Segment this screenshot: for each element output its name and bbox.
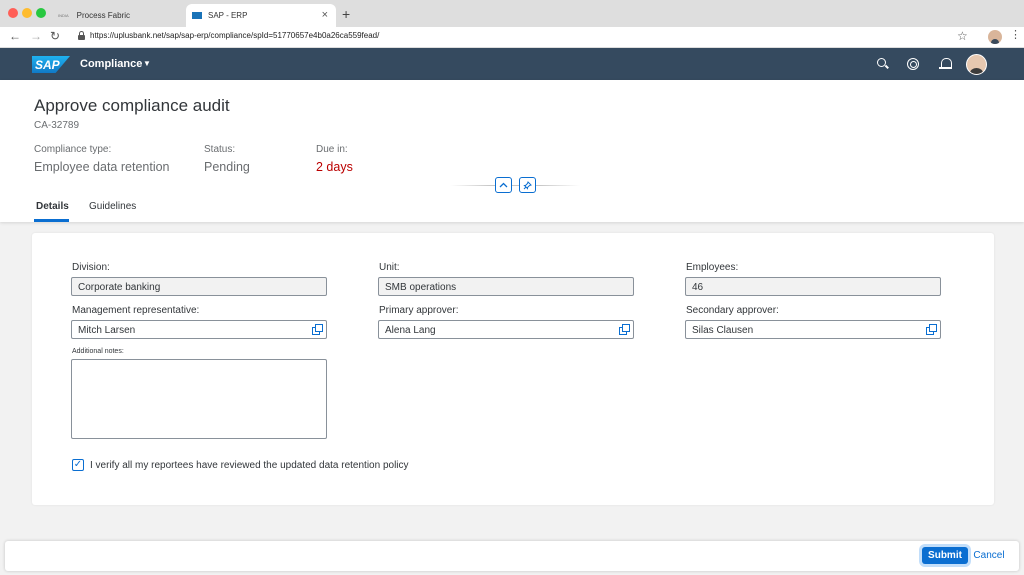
sap-favicon-icon xyxy=(192,12,202,19)
due-in-label: Due in: xyxy=(316,144,348,155)
page-title: Approve compliance audit xyxy=(34,96,230,115)
browser-tab-sap-erp[interactable]: SAP - ERP × xyxy=(186,4,336,27)
status-value: Pending xyxy=(204,160,250,174)
tab-guidelines[interactable]: Guidelines xyxy=(89,201,136,212)
submit-button[interactable]: Submit xyxy=(922,547,968,564)
management-representative-label: Management representative: xyxy=(72,305,200,316)
chevron-down-icon[interactable]: ▼ xyxy=(143,59,151,68)
forward-arrow-icon[interactable]: → xyxy=(30,29,42,43)
additional-notes-textarea[interactable] xyxy=(71,359,327,439)
object-page-header: Approve compliance audit CA-32789 Compli… xyxy=(0,80,1024,222)
management-representative-field[interactable]: Mitch Larsen xyxy=(71,320,327,339)
window-minimize-button[interactable] xyxy=(22,8,32,18)
compliance-type-label: Compliance type: xyxy=(34,144,112,155)
copilot-icon[interactable] xyxy=(907,58,919,70)
new-tab-icon[interactable]: + xyxy=(342,6,350,22)
process-fabric-favicon-icon: INDIA xyxy=(58,13,69,18)
browser-menu-icon[interactable]: ⋮ xyxy=(1010,30,1021,41)
header-divider xyxy=(450,185,580,186)
active-tab-indicator xyxy=(34,219,69,222)
browser-profile-avatar[interactable] xyxy=(988,30,1002,44)
division-field[interactable]: Corporate banking xyxy=(71,277,327,296)
window-close-button[interactable] xyxy=(8,8,18,18)
address-bar: ← → ↻ https://uplusbank.net/sap/sap-erp/… xyxy=(0,27,1024,48)
lock-icon xyxy=(78,31,85,40)
pin-icon xyxy=(523,180,532,190)
secondary-approver-field[interactable]: Silas Clausen xyxy=(685,320,941,339)
unit-field[interactable]: SMB operations xyxy=(378,277,634,296)
window-maximize-button[interactable] xyxy=(36,8,46,18)
due-in-value: 2 days xyxy=(316,160,353,174)
search-icon[interactable] xyxy=(876,57,890,71)
object-id: CA-32789 xyxy=(34,120,80,131)
browser-tab-process-fabric[interactable]: INDIA Process Fabric xyxy=(52,4,182,27)
employees-label: Employees: xyxy=(686,262,739,273)
back-arrow-icon[interactable]: ← xyxy=(9,29,21,43)
tab-label: Process Fabric xyxy=(76,11,131,20)
value-help-icon[interactable] xyxy=(926,324,937,335)
employees-field[interactable]: 46 xyxy=(685,277,941,296)
notification-bell-icon[interactable] xyxy=(939,57,953,71)
pin-header-button[interactable] xyxy=(519,177,536,193)
status-label: Status: xyxy=(204,144,236,155)
tab-details[interactable]: Details xyxy=(36,201,69,212)
browser-tab-bar: INDIA Process Fabric SAP - ERP × + xyxy=(0,0,1024,27)
value-help-icon[interactable] xyxy=(619,324,630,335)
shell-bar: SAP Compliance ▼ xyxy=(0,48,1024,80)
verify-checkbox[interactable]: ✓ xyxy=(72,459,84,471)
chevron-up-icon xyxy=(499,182,508,188)
verify-checkbox-label: I verify all my reportees have reviewed … xyxy=(90,460,409,471)
sap-logo[interactable]: SAP xyxy=(32,56,70,73)
division-label: Division: xyxy=(72,262,110,273)
tab-close-icon[interactable]: × xyxy=(322,9,328,21)
primary-approver-label: Primary approver: xyxy=(379,305,459,316)
additional-notes-label: Additional notes: xyxy=(72,348,124,355)
compliance-type-value: Employee data retention xyxy=(34,160,170,174)
collapse-header-button[interactable] xyxy=(495,177,512,193)
reload-icon[interactable]: ↻ xyxy=(50,29,60,43)
tab-label: SAP - ERP xyxy=(208,11,248,20)
primary-approver-field[interactable]: Alena Lang xyxy=(378,320,634,339)
cancel-button[interactable]: Cancel xyxy=(972,547,1006,564)
unit-label: Unit: xyxy=(379,262,400,273)
user-avatar[interactable] xyxy=(966,54,987,75)
app-title-menu[interactable]: Compliance xyxy=(80,58,142,70)
secondary-approver-label: Secondary approver: xyxy=(686,305,779,316)
value-help-icon[interactable] xyxy=(312,324,323,335)
footer-toolbar xyxy=(5,541,1019,571)
url-field[interactable]: https://uplusbank.net/sap/sap-erp/compli… xyxy=(90,31,379,40)
bookmark-star-icon[interactable]: ☆ xyxy=(957,29,968,43)
